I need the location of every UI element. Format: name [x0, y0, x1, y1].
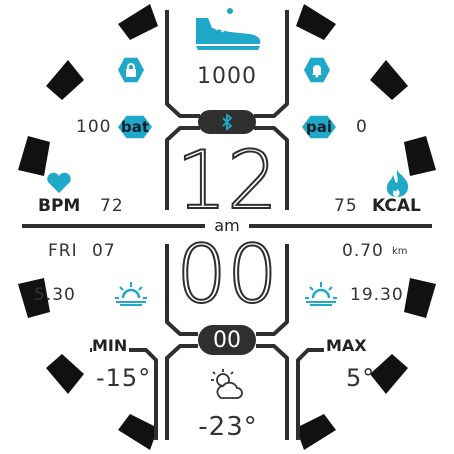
- battery-badge-label: bat: [120, 118, 150, 136]
- seconds-pill: 00: [198, 325, 256, 355]
- pai-badge-label: pai: [305, 118, 332, 136]
- day-value: 07: [92, 241, 116, 261]
- bpm-label: BPM: [38, 196, 81, 216]
- bpm-value: 72: [100, 196, 124, 216]
- partly-cloudy-icon: [211, 369, 243, 399]
- min-label: MIN: [92, 336, 130, 355]
- min-value: -15°: [96, 364, 152, 392]
- heart-icon: [47, 172, 71, 193]
- kcal-value: 75: [334, 196, 358, 216]
- flame-icon: [386, 170, 409, 197]
- weekday-label: FRI: [48, 241, 78, 261]
- sunrise-time: 5.30: [34, 285, 76, 305]
- distance-unit: km: [392, 246, 408, 257]
- distance-value: 0.70: [342, 241, 384, 261]
- sunrise-icon: [115, 282, 147, 306]
- steps-value: 1000: [197, 64, 257, 89]
- battery-value: 100: [76, 117, 112, 137]
- seconds-value: 00: [213, 327, 241, 353]
- current-temp: -23°: [198, 412, 258, 442]
- sunset-icon: [305, 282, 337, 306]
- bluetooth-icon: [222, 113, 233, 131]
- kcal-label: KCAL: [372, 196, 421, 216]
- sunset-time: 19.30: [350, 285, 404, 305]
- pai-value: 0: [356, 117, 368, 137]
- max-label: MAX: [324, 336, 367, 355]
- minute-display: 00: [175, 228, 279, 321]
- bluetooth-pill[interactable]: [198, 110, 256, 134]
- shoe-icon: [196, 8, 261, 50]
- max-value: 5°: [346, 364, 376, 392]
- hour-display: 12: [175, 134, 279, 227]
